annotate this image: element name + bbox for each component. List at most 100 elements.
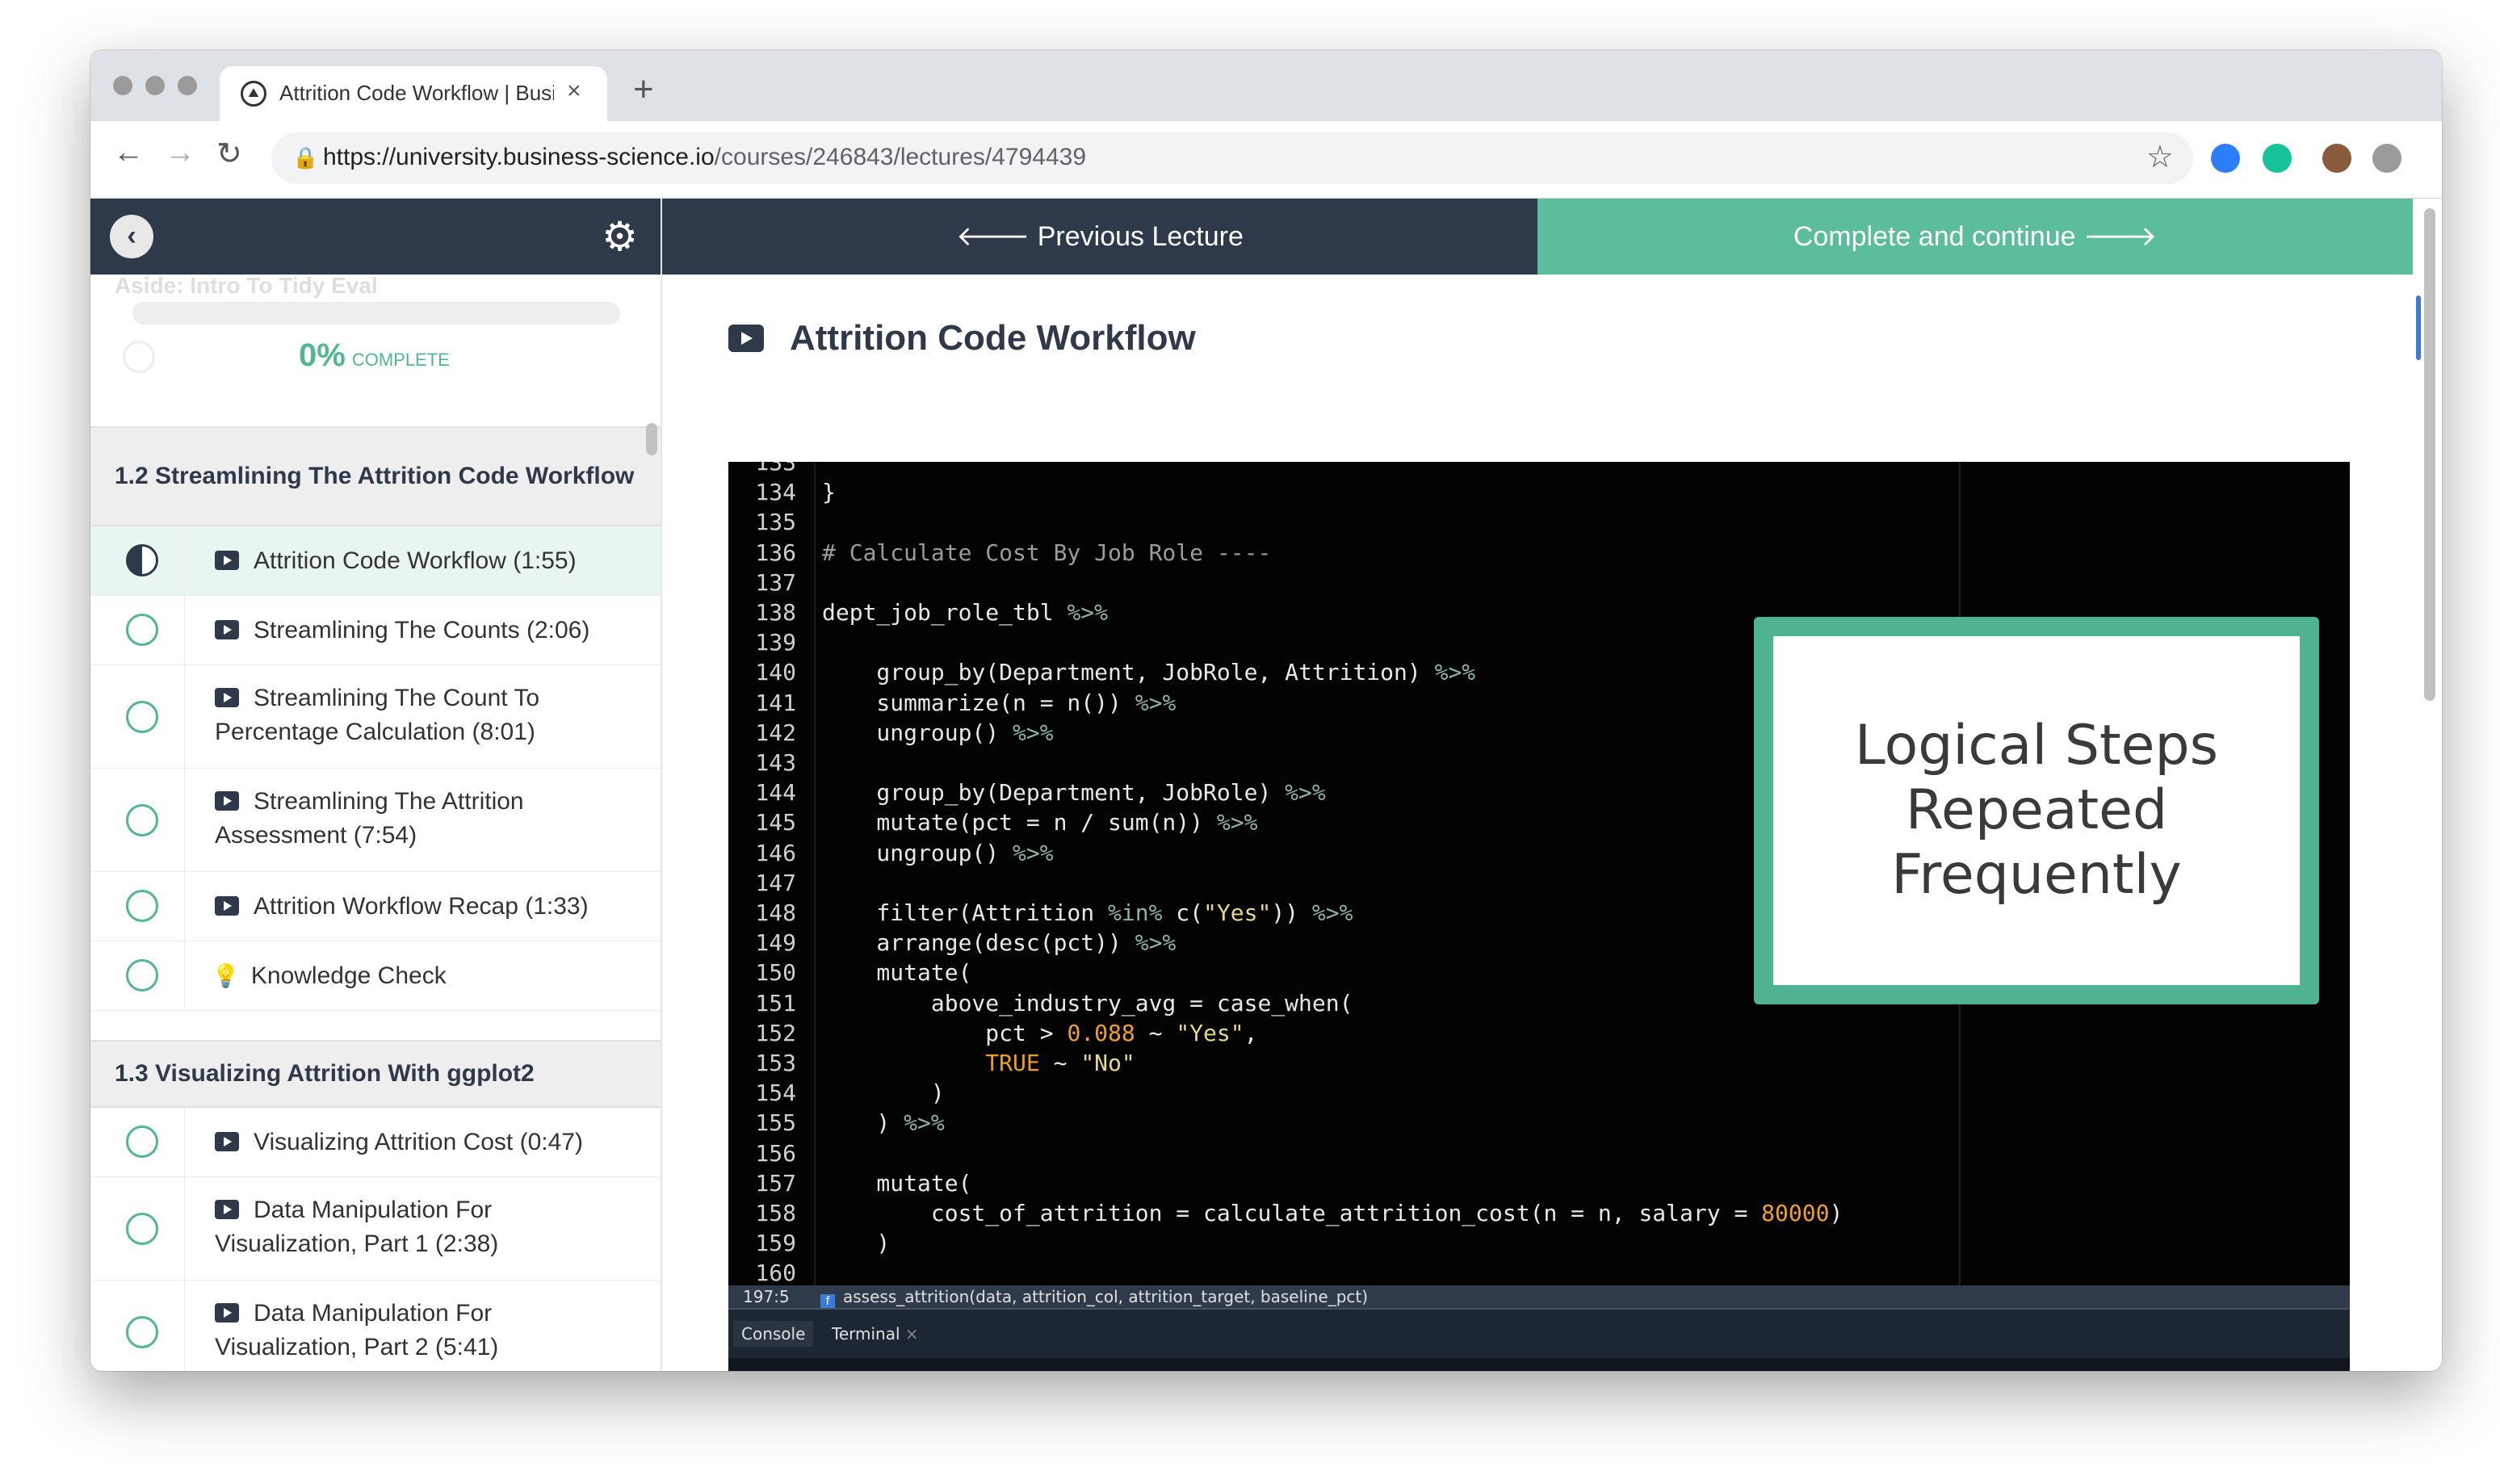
code-line: ungroup() %>% (822, 839, 1054, 866)
video-icon (215, 896, 239, 916)
function-icon: f (820, 1294, 835, 1309)
course-progress: 0% COMPLETE (299, 337, 450, 373)
video-icon (215, 1303, 239, 1323)
line-number: 134 (755, 479, 796, 506)
in-progress-status-icon (126, 544, 158, 576)
close-window-button[interactable] (113, 76, 132, 95)
video-icon (215, 1200, 239, 1219)
code-line: mutate(pct = n / sum(n)) %>% (822, 809, 1258, 836)
line-number: 140 (755, 659, 796, 686)
maximize-window-button[interactable] (178, 76, 197, 95)
grammarly-extension-icon[interactable] (2263, 144, 2292, 173)
bookmark-star-icon[interactable]: ☆ (2146, 139, 2174, 175)
code-line: filter(Attrition %in% c("Yes")) %>% (822, 899, 1353, 926)
sidebar-scrollbar[interactable] (646, 423, 657, 455)
incomplete-status-icon (126, 804, 158, 836)
tab-strip: ⛰ Attrition Code Workflow | Busin × + (90, 50, 2442, 121)
lecture-item[interactable]: Data Manipulation For Visualization, Par… (90, 1177, 661, 1281)
console-panel: Console Terminal × (728, 1308, 2350, 1358)
line-number: 158 (755, 1200, 796, 1226)
section-header: 1.3 Visualizing Attrition With ggplot2 (90, 1040, 661, 1108)
line-number: 147 (755, 869, 796, 896)
browser-tab[interactable]: ⛰ Attrition Code Workflow | Busin × (220, 66, 607, 121)
code-line: group_by(Department, JobRole, Attrition)… (822, 659, 1476, 686)
editor-status-bar: 197:5 f assess_attrition(data, attrition_… (728, 1285, 2350, 1309)
lecture-item[interactable]: Streamlining The Attrition Assessment (7… (90, 769, 661, 872)
extension-icon[interactable] (2372, 144, 2401, 173)
reload-icon[interactable]: ↻ (216, 136, 242, 172)
video-icon (728, 325, 764, 352)
line-number: 143 (755, 749, 796, 776)
zoom-extension-icon[interactable] (2211, 144, 2240, 173)
lecture-item[interactable]: 💡 Knowledge Check (90, 941, 661, 1011)
code-line: TRUE ~ "No" (985, 1050, 1135, 1076)
sidebar-header: ‹ ⚙ (90, 199, 661, 275)
code-line: ungroup() %>% (822, 719, 1054, 746)
code-line: above_industry_avg = case_when( (822, 989, 1353, 1017)
lecture-content: 🡐 Previous Lecture Complete and continue… (662, 199, 2442, 1371)
lecture-item[interactable]: Streamlining The Counts (2:06) (90, 596, 661, 665)
tab-title: Attrition Code Workflow | Busin (279, 81, 554, 105)
video-player[interactable]: 133 134} 135 136 # Calculate Cost By Job Rol… (728, 462, 2350, 1371)
faded-status-icon (123, 341, 155, 373)
code-line: mutate( (822, 959, 972, 987)
complete-and-continue-button[interactable]: Complete and continue 🡒 (1537, 199, 2413, 275)
line-number: 150 (755, 959, 796, 987)
line-number: 154 (755, 1079, 796, 1107)
incomplete-status-icon (126, 1213, 158, 1245)
line-number: 151 (755, 989, 796, 1017)
arrow-left-icon: 🡐 (956, 221, 1030, 252)
console-tab[interactable]: Console (733, 1321, 814, 1347)
line-number: 138 (755, 599, 796, 626)
forward-arrow-icon[interactable]: → (165, 136, 195, 170)
address-bar[interactable]: 🔒 https://university.business-science.io… (271, 132, 2193, 184)
lecture-title: Attrition Code Workflow (728, 318, 1196, 358)
lecture-item[interactable]: Streamlining The Count To Percentage Cal… (90, 665, 661, 769)
video-icon (215, 791, 239, 811)
browser-toolbar: ← → ↻ 🔒 https://university.business-scie… (90, 121, 2442, 199)
progress-bar (132, 302, 620, 325)
page-scrollbar[interactable] (2424, 208, 2435, 701)
code-line: dept_job_role_tbl %>% (822, 599, 1109, 626)
line-number: 142 (755, 719, 796, 746)
new-tab-icon[interactable]: + (633, 69, 654, 110)
browser-window: ⛰ Attrition Code Workflow | Busin × + ← … (90, 50, 2442, 1371)
profile-avatar[interactable] (2322, 144, 2351, 173)
line-number: 155 (755, 1109, 796, 1137)
cursor-position: 197:5 (743, 1287, 790, 1306)
video-icon (215, 620, 239, 639)
incomplete-status-icon (126, 890, 158, 922)
lecture-item[interactable]: Attrition Code Workflow (1:55) (90, 526, 661, 596)
arrow-right-icon: 🡒 (2083, 221, 2158, 252)
code-line: arrange(desc(pct)) %>% (822, 929, 1177, 957)
line-number: 139 (755, 629, 796, 656)
lecture-item[interactable]: Data Manipulation For Visualization, Par… (90, 1281, 661, 1371)
incomplete-status-icon (126, 701, 158, 733)
back-arrow-icon[interactable]: ← (113, 136, 144, 170)
lightbulb-icon: 💡 (212, 963, 240, 988)
incomplete-status-icon (126, 1316, 158, 1348)
url-text: https://university.business-science.io/c… (323, 144, 1086, 170)
lock-icon: 🔒 (292, 145, 319, 170)
minimize-window-button[interactable] (145, 76, 165, 95)
video-icon (215, 688, 239, 707)
line-number: 153 (755, 1050, 796, 1076)
favicon-icon: ⛰ (241, 81, 266, 107)
code-line: cost_of_attrition = calculate_attrition_… (822, 1200, 1844, 1226)
line-number: 137 (755, 568, 796, 596)
code-line: group_by(Department, JobRole) %>% (822, 779, 1326, 807)
back-to-course-icon[interactable]: ‹ (110, 215, 153, 258)
code-line: pct > 0.088 ~ "Yes", (822, 1019, 1258, 1046)
gear-icon[interactable]: ⚙ (602, 213, 638, 260)
close-tab-icon[interactable]: × (567, 78, 581, 105)
slide-overlay: Logical Steps Repeated Frequently (1754, 617, 2319, 1004)
lecture-item[interactable]: Visualizing Attrition Cost (0:47) (90, 1108, 661, 1177)
line-number: 135 (755, 509, 796, 536)
incomplete-status-icon (126, 1126, 158, 1158)
lecture-item[interactable]: Attrition Workflow Recap (1:33) (90, 872, 661, 941)
terminal-tab[interactable]: Terminal × (824, 1321, 927, 1347)
line-number: 148 (755, 899, 796, 926)
video-icon (215, 551, 239, 570)
incomplete-status-icon (126, 959, 158, 991)
previous-lecture-button[interactable]: 🡐 Previous Lecture (662, 199, 1537, 275)
